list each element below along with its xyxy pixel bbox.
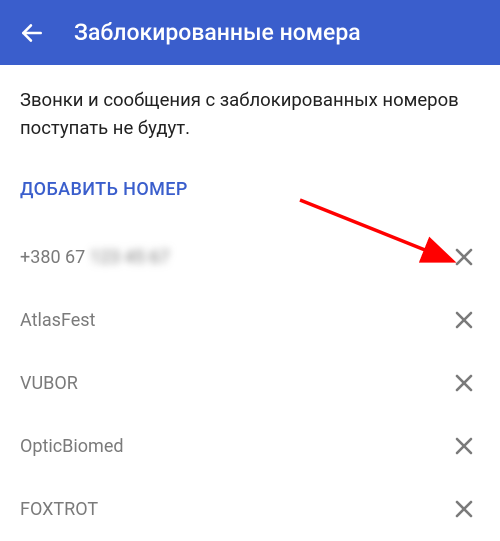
close-icon — [452, 245, 476, 269]
blocked-number-label: VUBOR — [20, 373, 78, 394]
description-text: Звонки и сообщения с заблокированных ном… — [0, 65, 500, 151]
remove-button[interactable] — [448, 241, 480, 273]
number-prefix: +380 67 — [20, 247, 85, 268]
list-item: VUBOR — [0, 352, 500, 415]
page-title: Заблокированные номера — [74, 19, 361, 46]
blocked-number-label: +380 67 123 45 67 — [20, 247, 169, 268]
number-hidden: 123 45 67 — [90, 247, 170, 268]
app-bar: Заблокированные номера — [0, 0, 500, 65]
remove-button[interactable] — [448, 304, 480, 336]
arrow-back-icon — [19, 20, 45, 46]
blocked-numbers-list: +380 67 123 45 67 AtlasFest VUBOR — [0, 226, 500, 541]
close-icon — [452, 371, 476, 395]
remove-button[interactable] — [448, 493, 480, 525]
remove-button[interactable] — [448, 430, 480, 462]
list-item: OpticBiomed — [0, 415, 500, 478]
blocked-number-label: FOXTROT — [20, 499, 98, 520]
back-button[interactable] — [18, 19, 46, 47]
list-item: FOXTROT — [0, 478, 500, 541]
close-icon — [452, 308, 476, 332]
add-number-button[interactable]: ДОБАВИТЬ НОМЕР — [0, 151, 500, 226]
blocked-number-label: AtlasFest — [20, 310, 95, 331]
blocked-number-label: OpticBiomed — [20, 436, 124, 457]
close-icon — [452, 497, 476, 521]
remove-button[interactable] — [448, 367, 480, 399]
close-icon — [452, 434, 476, 458]
list-item: AtlasFest — [0, 289, 500, 352]
list-item: +380 67 123 45 67 — [0, 226, 500, 289]
